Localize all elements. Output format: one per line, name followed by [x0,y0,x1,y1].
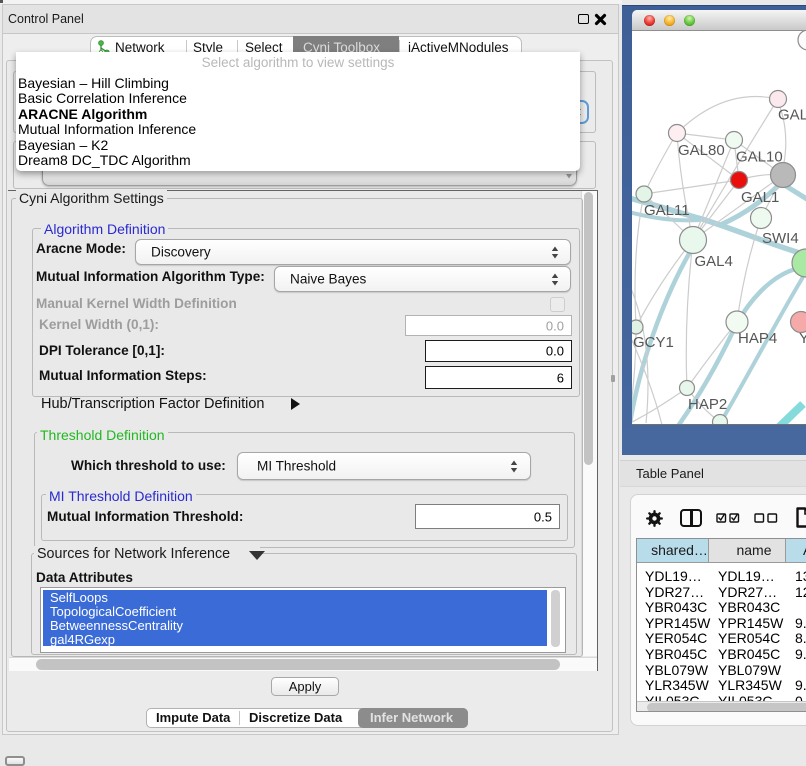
svg-text:GAL11: GAL11 [644,202,690,219]
svg-text:YBR: YBR [799,330,806,347]
svg-text:GAL1: GAL1 [741,189,779,206]
svg-text:GAL10: GAL10 [736,149,783,166]
svg-text:GAL80: GAL80 [678,142,725,159]
svg-text:SWI4: SWI4 [762,230,799,247]
svg-text:GAL4: GAL4 [695,253,733,270]
svg-text:HAP2: HAP2 [688,396,727,413]
svg-text:GAL7: GAL7 [778,107,806,124]
svg-text:HAP4: HAP4 [738,330,777,347]
svg-text:GCY1: GCY1 [633,334,674,351]
